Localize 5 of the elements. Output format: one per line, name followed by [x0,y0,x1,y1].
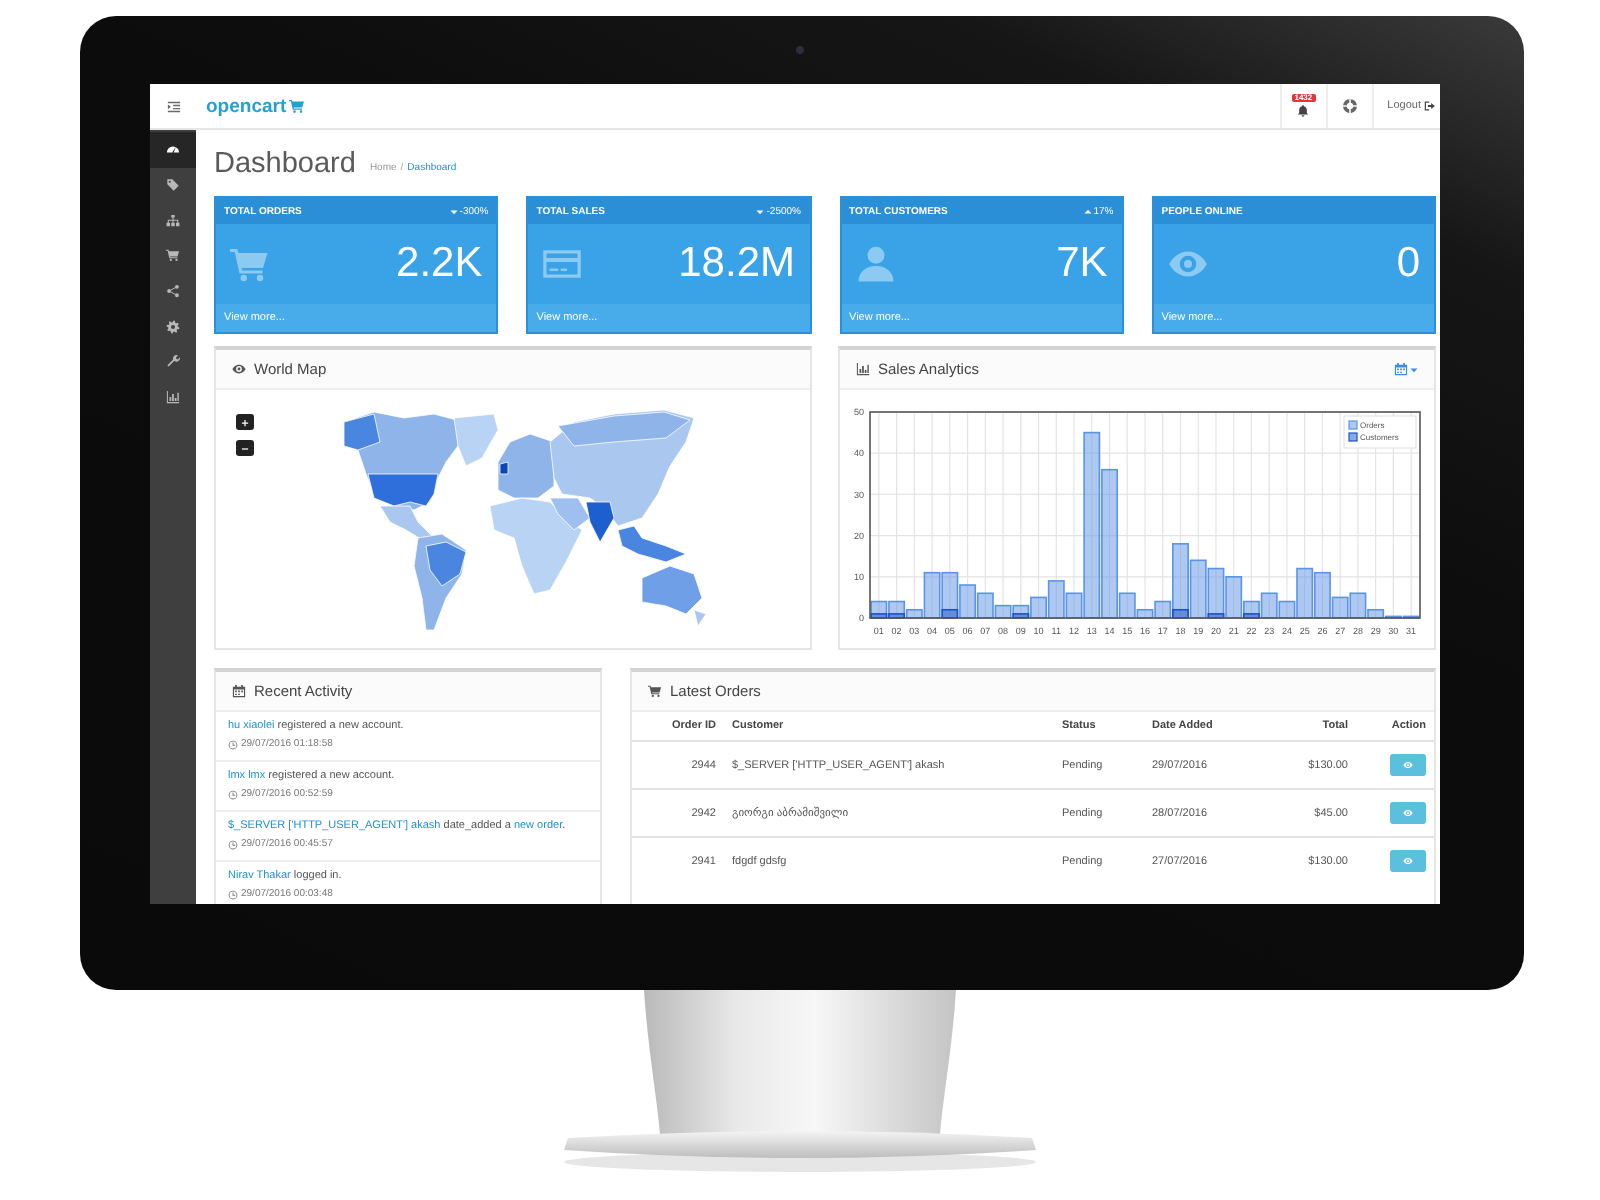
page-title: Dashboard [214,147,356,179]
tile-value: 0 [1396,240,1420,288]
tile-value: 7K [1056,240,1108,288]
tile-value: 2.2K [396,240,483,288]
tile-value: 18.2M [678,240,795,288]
